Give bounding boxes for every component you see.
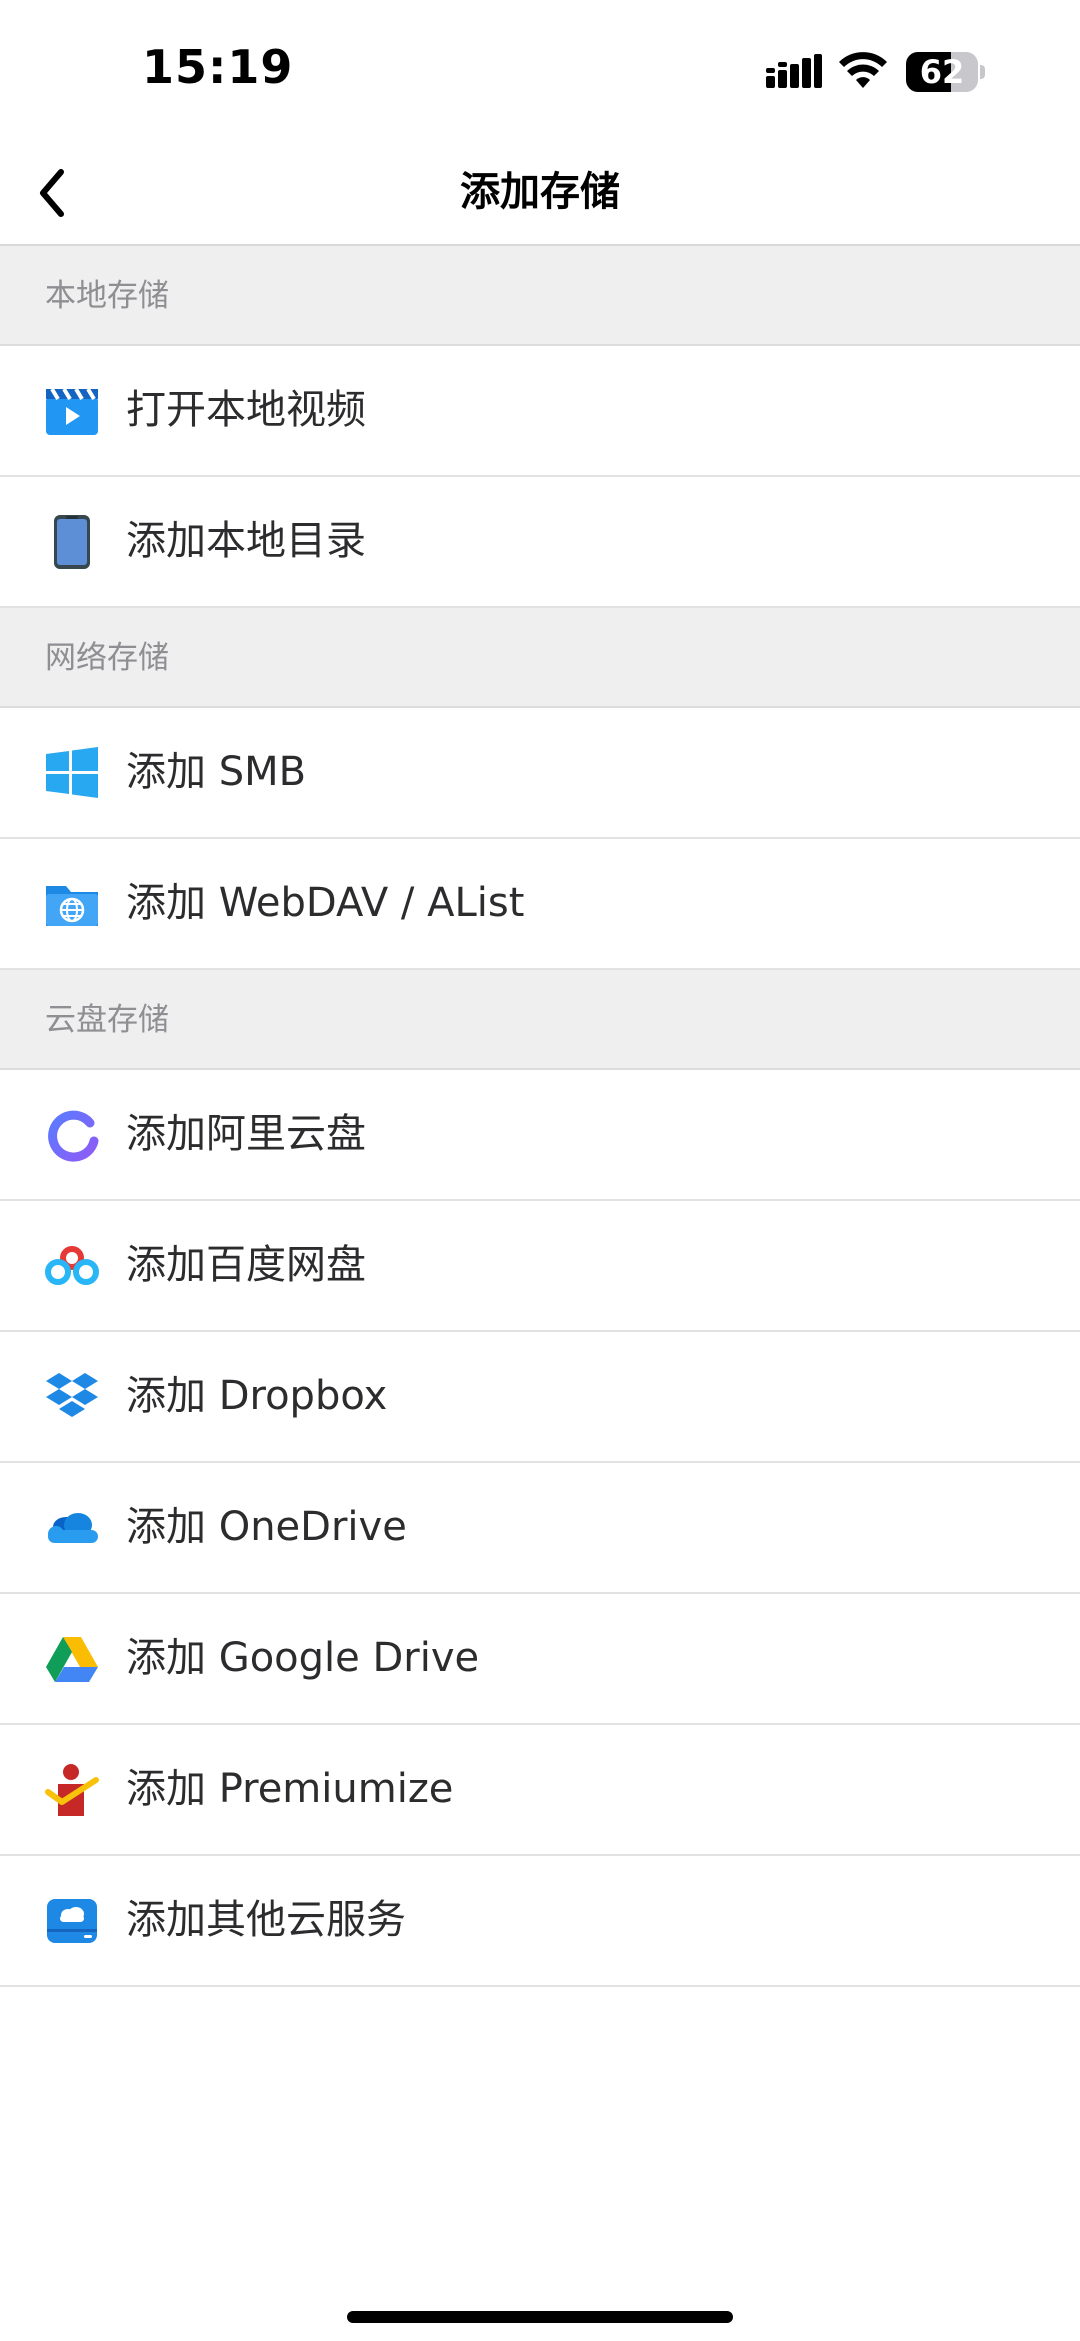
list-item-add-google-drive[interactable]: 添加 Google Drive [0,1594,1080,1725]
list-item-label: 添加 OneDrive [126,1504,407,1550]
phone-icon [44,514,100,570]
list-item-label: 添加其他云服务 [126,1897,406,1943]
home-indicator [347,2311,733,2323]
section-header-network: 网络存储 [0,608,1080,708]
battery-indicator: 62 [906,52,985,92]
section-header-cloud: 云盘存储 [0,970,1080,1070]
back-button[interactable] [22,158,82,228]
chevron-left-icon [40,169,64,217]
list-item-add-baidu-netdisk[interactable]: 添加百度网盘 [0,1201,1080,1332]
baidu-netdisk-icon [44,1238,100,1294]
list-item-add-smb[interactable]: 添加 SMB [0,708,1080,839]
cloud-drive-icon [44,1893,100,1949]
status-bar: 15:19 62 [0,0,1080,140]
list-item-add-local-directory[interactable]: 添加本地目录 [0,477,1080,608]
wifi-icon [838,52,888,90]
list-item-label: 添加 SMB [126,749,307,795]
premiumize-icon [44,1762,100,1818]
windows-icon [44,745,100,801]
google-drive-icon [44,1631,100,1687]
list-item-label: 添加 WebDAV / AList [126,880,525,926]
aliyun-drive-icon [44,1107,100,1163]
battery-level: 62 [919,53,965,91]
list-item-add-aliyun-drive[interactable]: 添加阿里云盘 [0,1070,1080,1201]
battery-nub [980,65,985,79]
dropbox-icon [44,1369,100,1425]
navigation-bar: 添加存储 [0,140,1080,246]
list-item-label: 添加阿里云盘 [126,1111,366,1157]
list-item-label: 打开本地视频 [126,387,366,433]
list-item-add-dropbox[interactable]: 添加 Dropbox [0,1332,1080,1463]
list-item-label: 添加本地目录 [126,518,366,564]
list-item-add-webdav-alist[interactable]: 添加 WebDAV / AList [0,839,1080,970]
list-item-label: 添加 Dropbox [126,1373,388,1419]
onedrive-icon [44,1500,100,1556]
globe-folder-icon [44,876,100,932]
list-item-label: 添加 Premiumize [126,1766,454,1812]
cellular-signal-icon [766,54,822,90]
status-time: 15:19 [142,40,294,94]
storage-options-list: 本地存储 打开本地视频 添加本地目录 网络存储 添加 SMB 添加 WebDAV… [0,246,1080,1987]
clapperboard-icon [44,383,100,439]
add-storage-screen: 15:19 62 添加存储 本地存储 打开本地视频 添加本地目录 网络存储 添加… [0,0,1080,2341]
list-item-label: 添加百度网盘 [126,1242,366,1288]
page-title: 添加存储 [460,169,620,215]
list-item-label: 添加 Google Drive [126,1635,480,1681]
list-item-add-premiumize[interactable]: 添加 Premiumize [0,1725,1080,1856]
list-item-open-local-video[interactable]: 打开本地视频 [0,346,1080,477]
list-item-add-onedrive[interactable]: 添加 OneDrive [0,1463,1080,1594]
battery-body: 62 [906,52,978,92]
section-header-local: 本地存储 [0,246,1080,346]
list-item-add-other-cloud[interactable]: 添加其他云服务 [0,1856,1080,1987]
